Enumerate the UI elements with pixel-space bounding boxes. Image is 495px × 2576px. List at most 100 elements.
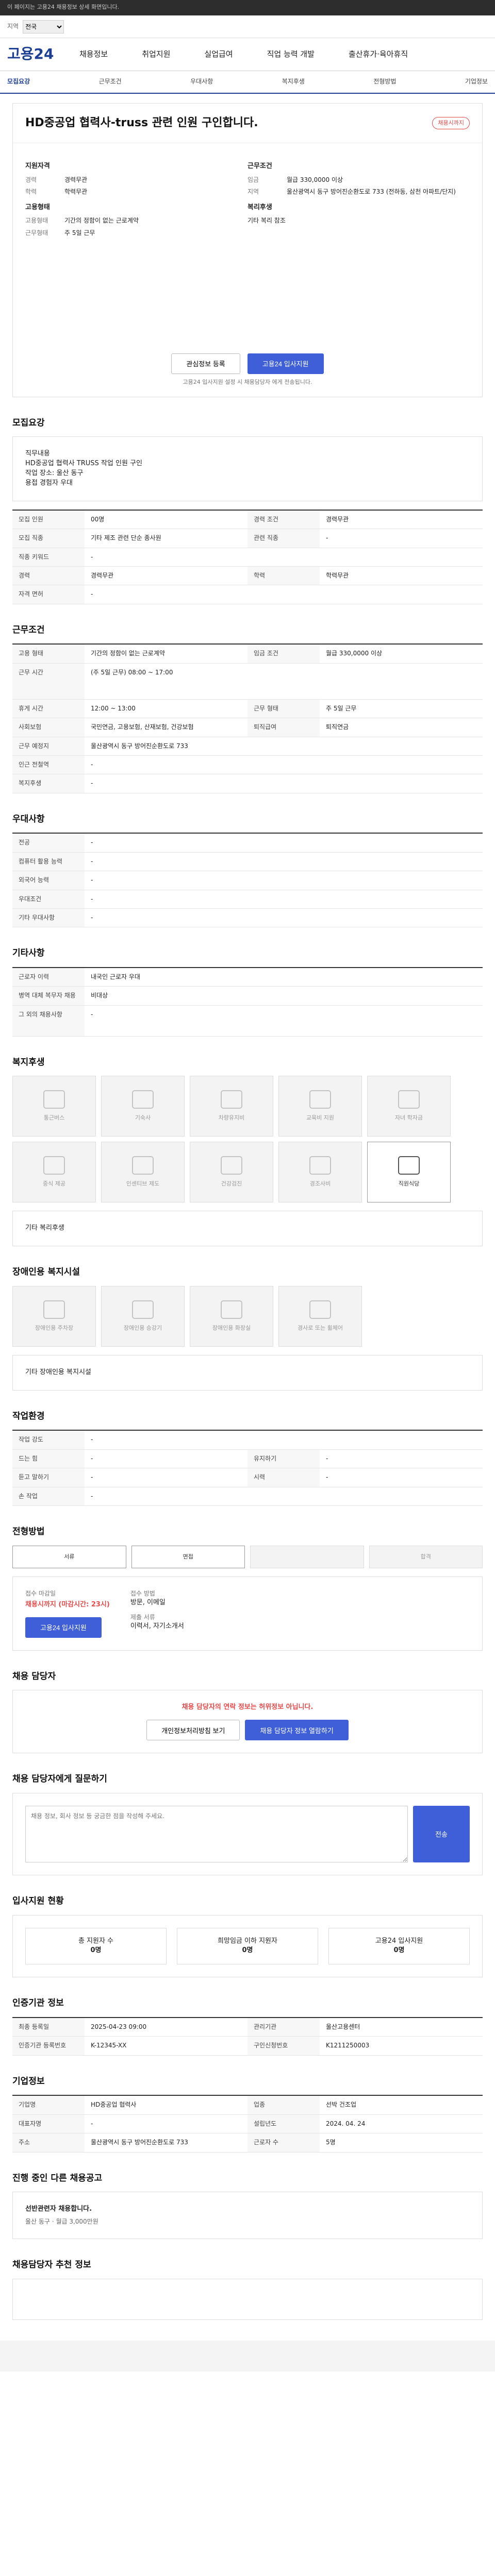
tab-company[interactable]: 기업정보 xyxy=(465,77,488,86)
work-heading: 근무조건 xyxy=(248,162,272,170)
tile-label: 자녀 학자금 xyxy=(394,1114,423,1122)
disabled-heading: 장애인용 복지시설 xyxy=(12,1267,80,1278)
td: 12:00 ~ 13:00 xyxy=(91,704,136,712)
tab-recruit[interactable]: 모집요강 xyxy=(7,77,30,86)
kv-key: 경력 xyxy=(25,176,37,183)
company-heading: 기업정보 xyxy=(12,2076,45,2087)
deadline-label: 접수 마감일 xyxy=(25,1589,56,1597)
kv-value: 기간의 정함이 없는 근로계약 xyxy=(64,217,139,225)
table-row: 고용 형태 기간의 정함이 없는 근로계약 임금 조건 월급 330,0000 이상 xyxy=(12,645,483,664)
elevator-icon xyxy=(132,1300,154,1319)
stat-label: 총 지원자 수 xyxy=(78,1937,114,1945)
recruit-heading: 모집요강 xyxy=(12,417,45,428)
logo[interactable]: 고용24 xyxy=(7,44,64,65)
facility-tile: 경사로 또는 휠체어 xyxy=(278,1285,362,1347)
th: 경력 xyxy=(12,567,85,585)
welfare-tile: 건강검진 xyxy=(190,1142,273,1203)
desc-line: 직무내용 xyxy=(25,450,50,458)
privacy-button[interactable]: 개인정보처리방침 보기 xyxy=(146,1720,240,1741)
contact-actions: 개인정보처리방침 보기 채용 담당자 정보 열람하기 xyxy=(25,1720,470,1741)
stat-value: 0명 xyxy=(393,1946,405,1955)
apply-button[interactable]: 고용24 입사지원 xyxy=(247,353,324,374)
welfare-tile: 교육비 지원 xyxy=(278,1076,362,1137)
th: 관련 직종 xyxy=(248,529,320,548)
main-nav: 채용정보 취업지원 실업급여 직업 능력 개발 출산휴가·육아휴직 xyxy=(79,49,408,60)
th: 최종 등록일 xyxy=(12,2018,85,2037)
th: 휴게 시간 xyxy=(12,699,85,718)
th: 시력 xyxy=(248,1468,320,1487)
kv-value: 경력무관 xyxy=(64,176,88,183)
td: 5명 xyxy=(326,2139,336,2146)
facility-tile: 장애인용 화장실 xyxy=(190,1285,273,1347)
region-bar: 지역 전국 xyxy=(0,15,495,38)
stat-card: 총 지원자 수 0명 xyxy=(25,1927,167,1965)
step: 면접 xyxy=(131,1545,245,1568)
screening-apply-button[interactable]: 고용24 입사지원 xyxy=(25,1617,102,1638)
disabled-extra-label: 기타 장애인용 복지시설 xyxy=(25,1368,91,1376)
table-row: 인근 전철역 - xyxy=(12,756,483,775)
tile-label: 교육비 지원 xyxy=(306,1114,335,1122)
extra-table: 근로자 이력 내국인 근로자 우대 병역 대체 복무자 채용 비대상 그 외의 채용… xyxy=(12,967,483,1037)
contact-heading: 채용 담당자 xyxy=(12,1671,56,1682)
td: - xyxy=(91,913,93,921)
apply-status: 총 지원자 수 0명 희망임금 이하 지원자 0명 고용24 입사지원 0명 xyxy=(12,1914,483,1978)
view-contact-button[interactable]: 채용 담당자 정보 열람하기 xyxy=(245,1720,349,1741)
banner-text: 이 페이지는 고용24 채용정보 상세 화면입니다. xyxy=(7,4,120,10)
td: HD중공업 협력사 xyxy=(91,2101,137,2109)
nav-item[interactable]: 채용정보 xyxy=(79,49,108,60)
tab-screening[interactable]: 전형방법 xyxy=(373,77,396,86)
welfare-tile: 인센티브 제도 xyxy=(101,1142,185,1203)
th: 드는 힘 xyxy=(12,1449,85,1468)
cafeteria-icon xyxy=(398,1156,420,1175)
th: 작업 강도 xyxy=(12,1431,85,1449)
table-row: 모집 인원 00명 경력 조건 경력무관 xyxy=(12,510,483,530)
nav-item[interactable]: 실업급여 xyxy=(204,49,233,60)
table-row: 최종 등록일 2025-04-23 09:00 관리기관 울산고용센터 xyxy=(12,2018,483,2037)
th: 퇴직급여 xyxy=(248,718,320,737)
th: 근로자 이력 xyxy=(12,968,85,987)
th: 근로자 수 xyxy=(248,2133,320,2152)
table-row: 손 작업 - xyxy=(12,1487,483,1506)
th: 듣고 말하기 xyxy=(12,1468,85,1487)
th: 인근 전철역 xyxy=(12,756,85,774)
region-select[interactable]: 전국 xyxy=(23,20,64,33)
other-job[interactable]: 선반관련자 채용합니다. 울산 동구 · 월급 3,000만원 xyxy=(12,2192,483,2240)
kv-key: 고용형태 xyxy=(25,217,48,225)
tile-label: 건강검진 xyxy=(221,1180,242,1188)
th: 구인신청번호 xyxy=(248,2037,320,2055)
tab-pref[interactable]: 우대사항 xyxy=(190,77,213,86)
th: 대표자명 xyxy=(12,2114,85,2133)
th: 고용 형태 xyxy=(12,645,85,663)
td: - xyxy=(91,553,93,561)
step-label: 면접 xyxy=(183,1553,193,1560)
td: 00명 xyxy=(91,515,105,523)
send-button[interactable]: 전송 xyxy=(413,1805,470,1862)
tab-welfare[interactable]: 복지후생 xyxy=(282,77,305,86)
th: 기업명 xyxy=(12,2096,85,2114)
step-label: 서류 xyxy=(64,1553,75,1560)
stat-label: 희망임금 이하 지원자 xyxy=(218,1937,277,1945)
car-icon xyxy=(221,1090,242,1109)
nav-item[interactable]: 직업 능력 개발 xyxy=(267,49,315,60)
tab-work[interactable]: 근무조건 xyxy=(99,77,122,86)
td: 국민연금, 고용보험, 산재보험, 건강보험 xyxy=(91,723,194,731)
nav-item[interactable]: 출산휴가·육아휴직 xyxy=(349,49,408,60)
table-row: 병역 대체 복무자 채용 비대상 xyxy=(12,987,483,1006)
tile-label: 인센티브 제도 xyxy=(126,1180,160,1188)
disabled-tiles: 장애인용 주차장 장애인용 승강기 장애인용 화장실 경사로 또는 휠체어 xyxy=(12,1285,483,1347)
table-row: 외국어 능력 - xyxy=(12,871,483,890)
job-title: HD중공업 협력사-truss 관련 인원 구인합니다. xyxy=(25,116,258,129)
inquiry-textarea[interactable] xyxy=(25,1805,408,1862)
kv-value: 울산광역시 동구 방어진순환도로 733 (전하동, 삼천 아파트/단지) xyxy=(287,188,456,196)
td: - xyxy=(91,2120,93,2127)
kv-value: 월급 330,0000 이상 xyxy=(287,176,343,183)
kv-key: 지역 xyxy=(248,188,259,196)
td: - xyxy=(91,895,93,903)
kv-value: 주 5일 근무 xyxy=(64,229,95,236)
th: 관리기관 xyxy=(248,2018,320,2037)
tile-label: 장애인용 화장실 xyxy=(212,1324,251,1331)
table-row: 대표자명 - 설립년도 2024. 04. 24 xyxy=(12,2114,483,2134)
bookmark-button[interactable]: 관심정보 등록 xyxy=(171,353,240,374)
other-job-title[interactable]: 선반관련자 채용합니다. xyxy=(25,2205,92,2213)
nav-item[interactable]: 취업지원 xyxy=(142,49,170,60)
